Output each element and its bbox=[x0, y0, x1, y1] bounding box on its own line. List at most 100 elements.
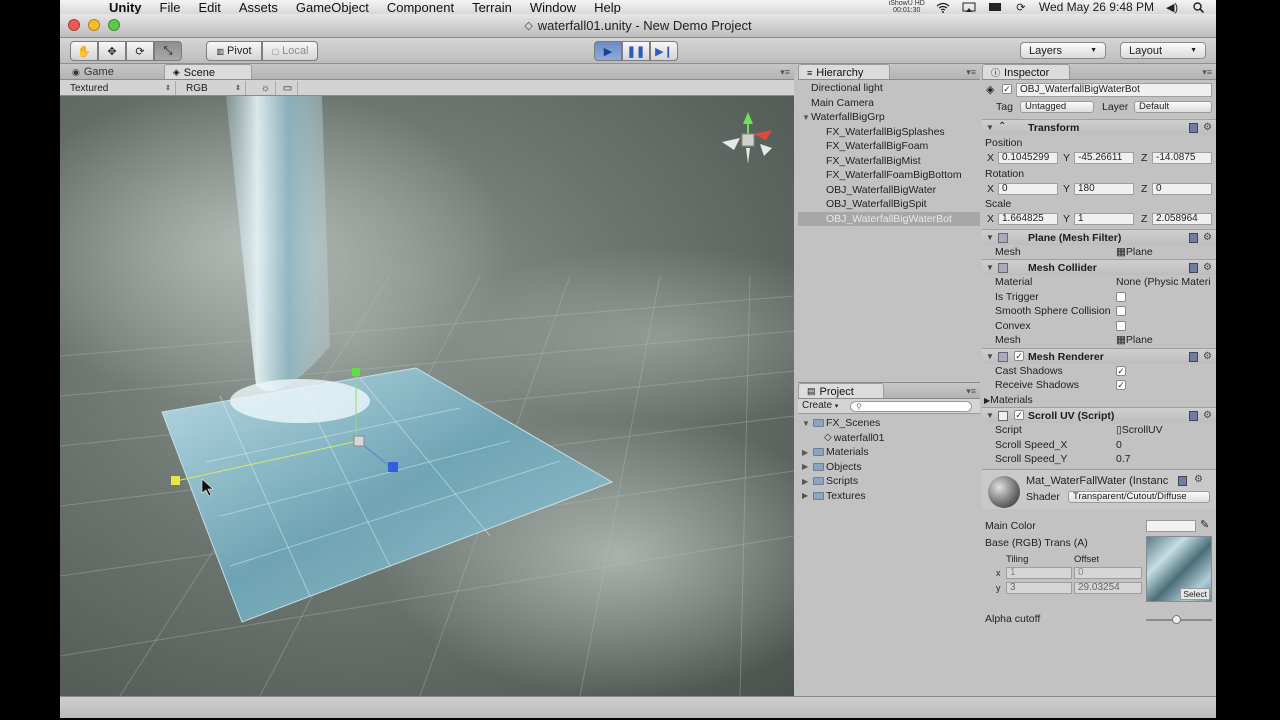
mesh-renderer-header[interactable]: ▼ ✓ Mesh Renderer ⚙ bbox=[982, 348, 1216, 364]
menu-terrain[interactable]: Terrain bbox=[463, 0, 521, 15]
pause-button[interactable]: ❚❚ bbox=[622, 41, 650, 61]
menu-component[interactable]: Component bbox=[378, 0, 463, 15]
tiling-x-field[interactable]: 1 bbox=[1006, 567, 1072, 579]
offset-x-field[interactable]: 0 bbox=[1074, 567, 1142, 579]
object-active-checkbox[interactable]: ✓ bbox=[1002, 84, 1012, 94]
offset-y-field[interactable]: 29.03254 bbox=[1074, 582, 1142, 594]
collider-mesh-field[interactable]: ▦Plane bbox=[1116, 334, 1153, 346]
ishow-recorder-status[interactable]: iShowU HD 00:01:30 bbox=[889, 0, 925, 14]
tab-scene[interactable]: ◈ Scene bbox=[163, 64, 252, 79]
alpha-cutoff-slider-thumb[interactable] bbox=[1171, 615, 1181, 624]
project-folder[interactable]: ▼ FX_Scenes bbox=[798, 416, 980, 431]
layer-dropdown[interactable]: Default bbox=[1134, 101, 1212, 113]
gear-icon[interactable]: ⚙ bbox=[1194, 474, 1203, 485]
zoom-window-button[interactable] bbox=[108, 19, 120, 31]
step-button[interactable]: ▶❙ bbox=[650, 41, 678, 61]
project-search-input[interactable]: ⚲ bbox=[850, 401, 972, 412]
hierarchy-item-selected[interactable]: OBJ_WaterfallBigWaterBot bbox=[798, 211, 980, 226]
hierarchy-item[interactable]: FX_WaterfallBigMist bbox=[798, 154, 980, 169]
mesh-filter-header[interactable]: ▼ Plane (Mesh Filter) ⚙ bbox=[982, 229, 1216, 245]
rotate-tool-button[interactable]: ⟳ bbox=[126, 41, 154, 61]
display-icon[interactable] bbox=[987, 1, 1003, 13]
menu-assets[interactable]: Assets bbox=[230, 0, 287, 15]
script-field[interactable]: ▯ScrollUV bbox=[1116, 424, 1163, 436]
local-toggle-button[interactable]: ▢ Local bbox=[262, 41, 318, 61]
tab-inspector[interactable]: ⓘ Inspector bbox=[982, 64, 1070, 79]
move-tool-button[interactable]: ✥ bbox=[98, 41, 126, 61]
scene-render[interactable] bbox=[60, 96, 794, 696]
disclosure-open-icon[interactable]: ▼ bbox=[802, 419, 811, 428]
clock[interactable]: Wed May 26 9:48 PM bbox=[1039, 0, 1154, 14]
minimize-window-button[interactable] bbox=[88, 19, 100, 31]
help-book-icon[interactable] bbox=[1189, 352, 1198, 362]
menu-help[interactable]: Help bbox=[585, 0, 630, 15]
hand-tool-button[interactable]: ✋ bbox=[70, 41, 98, 61]
mesh-renderer-enabled-checkbox[interactable]: ✓ bbox=[1014, 351, 1024, 361]
menu-gameobject[interactable]: GameObject bbox=[287, 0, 378, 15]
help-book-icon[interactable] bbox=[1178, 476, 1187, 486]
scroll-uv-enabled-checkbox[interactable]: ✓ bbox=[1014, 410, 1024, 420]
disclosure-open-icon[interactable]: ▼ bbox=[802, 113, 811, 122]
main-color-swatch[interactable] bbox=[1146, 520, 1196, 532]
disclosure-open-icon[interactable]: ▼ bbox=[986, 123, 994, 132]
hierarchy-item[interactable]: OBJ_WaterfallBigWater bbox=[798, 183, 980, 198]
scale-handle-center[interactable] bbox=[353, 435, 365, 447]
panel-menu-icon[interactable]: ▾≡ bbox=[966, 386, 976, 397]
play-button[interactable]: ▶ bbox=[594, 41, 622, 61]
scale-tool-button[interactable]: ⤡ bbox=[154, 41, 182, 61]
help-book-icon[interactable] bbox=[1189, 123, 1198, 133]
disclosure-closed-icon[interactable]: ▶ bbox=[802, 462, 811, 471]
hierarchy-item[interactable]: FX_WaterfallBigFoam bbox=[798, 139, 980, 154]
rotation-y-field[interactable]: 180 bbox=[1074, 183, 1134, 195]
panel-menu-icon[interactable]: ▾≡ bbox=[1202, 67, 1212, 78]
object-name-field[interactable]: OBJ_WaterfallBigWaterBot bbox=[1016, 83, 1212, 97]
wifi-icon[interactable] bbox=[935, 1, 951, 13]
scene-orientation-gizmo[interactable] bbox=[722, 112, 772, 164]
tag-dropdown[interactable]: Untagged bbox=[1020, 101, 1094, 113]
hierarchy-item[interactable]: OBJ_WaterfallBigSpit bbox=[798, 197, 980, 212]
volume-icon[interactable]: ◀) bbox=[1164, 1, 1180, 14]
render-mode-dropdown[interactable]: Textured ⇕ bbox=[66, 81, 176, 95]
menu-file[interactable]: File bbox=[151, 0, 190, 15]
hierarchy-item[interactable]: Main Camera bbox=[798, 96, 980, 111]
tab-game[interactable]: ◉ Game bbox=[64, 64, 126, 79]
create-dropdown[interactable]: Create ▾ bbox=[802, 400, 838, 411]
rotation-x-field[interactable]: 0 bbox=[998, 183, 1058, 195]
tab-hierarchy[interactable]: ≡ Hierarchy bbox=[798, 64, 890, 79]
menu-app[interactable]: Unity bbox=[100, 0, 151, 15]
smooth-sphere-checkbox[interactable] bbox=[1116, 306, 1126, 316]
hierarchy-item[interactable]: ▼ WaterfallBigGrp bbox=[798, 110, 980, 125]
mesh-field[interactable]: ▦Plane bbox=[1116, 246, 1153, 258]
project-folder[interactable]: ▶ Materials bbox=[798, 445, 980, 460]
disclosure-open-icon[interactable]: ▼ bbox=[986, 233, 994, 242]
scroll-speed-y-field[interactable]: 0.7 bbox=[1116, 453, 1131, 465]
is-trigger-checkbox[interactable] bbox=[1116, 292, 1126, 302]
base-texture-thumbnail[interactable]: Select bbox=[1146, 536, 1212, 602]
project-folder[interactable]: ▶ Scripts bbox=[798, 474, 980, 489]
panel-menu-icon[interactable]: ▾≡ bbox=[780, 67, 790, 78]
select-texture-button[interactable]: Select bbox=[1180, 588, 1210, 600]
disclosure-closed-icon[interactable]: ▶ bbox=[802, 448, 811, 457]
gear-icon[interactable]: ⚙ bbox=[1203, 262, 1212, 273]
project-scene-file[interactable]: ◇ waterfall01 bbox=[798, 431, 980, 446]
gear-icon[interactable]: ⚙ bbox=[1203, 122, 1212, 133]
layout-dropdown[interactable]: Layout ▼ bbox=[1120, 42, 1206, 59]
menu-window[interactable]: Window bbox=[521, 0, 585, 15]
scene-viewport[interactable] bbox=[60, 96, 794, 696]
time-machine-icon[interactable]: ⟳ bbox=[1013, 1, 1029, 14]
scroll-speed-x-field[interactable]: 0 bbox=[1116, 439, 1122, 451]
position-y-field[interactable]: -45.26611 bbox=[1074, 152, 1134, 164]
hierarchy-item[interactable]: FX_WaterfallFoamBigBottom bbox=[798, 168, 980, 183]
airplay-icon[interactable] bbox=[961, 1, 977, 13]
rotation-z-field[interactable]: 0 bbox=[1152, 183, 1212, 195]
eyedropper-icon[interactable]: ✎ bbox=[1200, 518, 1209, 531]
menu-edit[interactable]: Edit bbox=[189, 0, 229, 15]
hierarchy-item[interactable]: FX_WaterfallBigSplashes bbox=[798, 125, 980, 140]
gear-icon[interactable]: ⚙ bbox=[1203, 410, 1212, 421]
collider-material-field[interactable]: None (Physic Materi bbox=[1116, 276, 1214, 288]
layers-dropdown[interactable]: Layers ▼ bbox=[1020, 42, 1106, 59]
panel-menu-icon[interactable]: ▾≡ bbox=[966, 67, 976, 78]
close-window-button[interactable] bbox=[68, 19, 80, 31]
convex-checkbox[interactable] bbox=[1116, 321, 1126, 331]
disclosure-open-icon[interactable]: ▼ bbox=[986, 352, 994, 361]
